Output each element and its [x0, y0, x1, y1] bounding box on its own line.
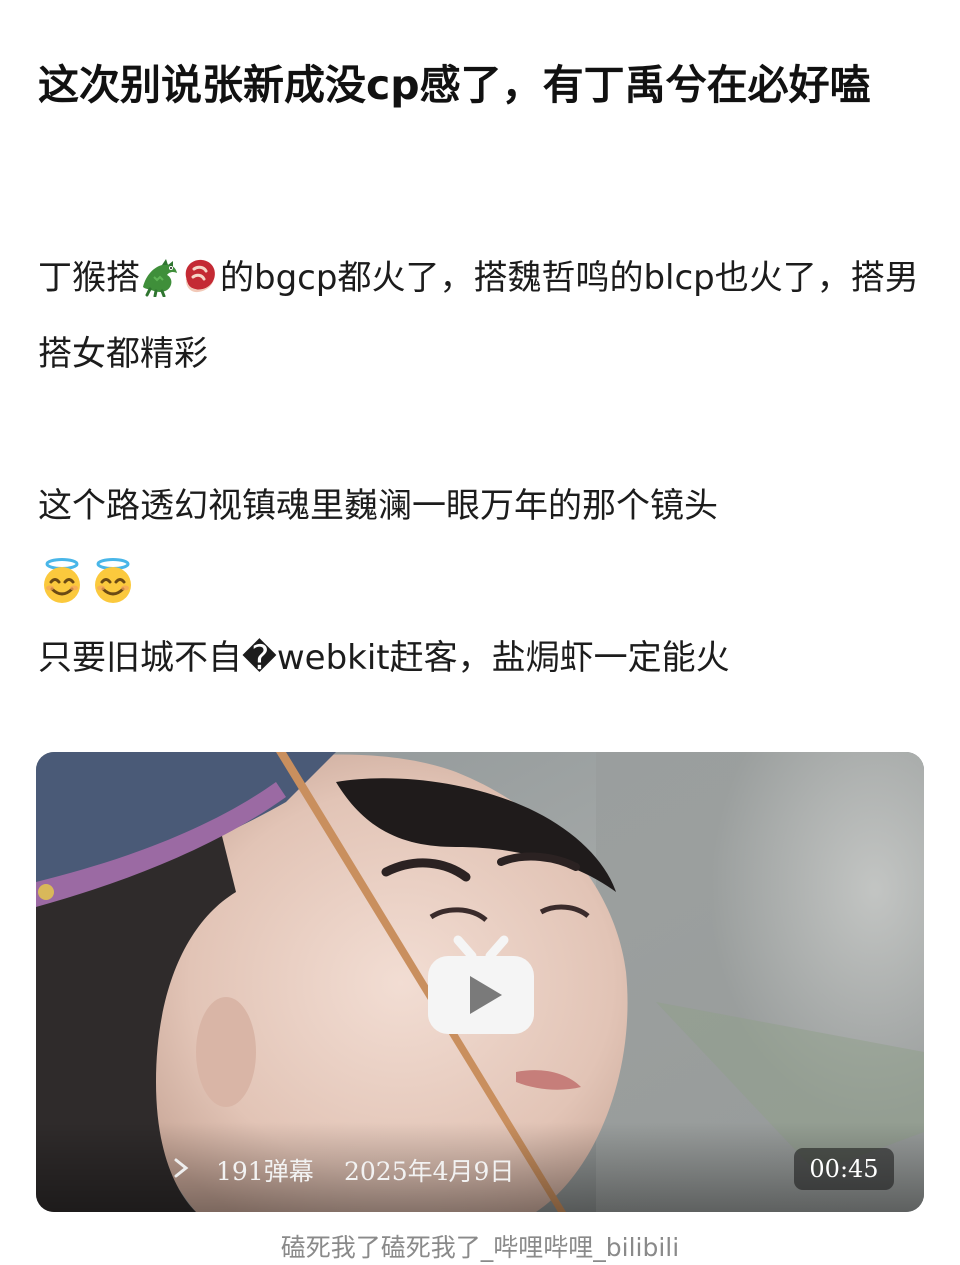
- body-paragraph-3: 只要旧城不自�webkit赶客，盐焗虾一定能火: [38, 620, 928, 696]
- video-caption[interactable]: 磕死我了磕死我了_哔哩哔哩_bilibili: [0, 1228, 960, 1264]
- body-text-2: 这个路透幻视镇魂里巍澜一眼万年的那个镜头: [38, 486, 718, 526]
- play-button[interactable]: [426, 932, 536, 1036]
- meat-icon: [180, 253, 220, 297]
- smiling-face-with-halo-icon: [89, 557, 131, 603]
- crocodile-icon: [140, 253, 180, 297]
- smiling-face-with-halo-icon: [38, 557, 80, 603]
- danmaku-icon: [174, 1158, 189, 1178]
- post-title: 这次别说张新成没cp感了，有丁禹兮在必好嗑: [38, 61, 871, 109]
- bilibili-tv-play-icon: [428, 935, 534, 1034]
- body-text-1a: 丁猴搭: [38, 258, 140, 298]
- body-text-3: 只要旧城不自�webkit赶客，盐焗虾一定能火: [38, 638, 730, 678]
- video-card[interactable]: 191弹幕 2025年4月9日 00:45: [36, 752, 924, 1212]
- body-paragraph-2: 这个路透幻视镇魂里巍澜一眼万年的那个镜头: [38, 468, 928, 620]
- body-paragraph-1: 丁猴搭 的bgcp都火了，搭魏哲鸣的blcp也火了，搭男搭女都精彩: [38, 240, 928, 392]
- duration-badge: 00:45: [794, 1148, 894, 1190]
- post-body: 丁猴搭 的bgcp都火了，搭魏哲鸣的blcp也火了，搭男搭女都精彩 这个路透幻视…: [38, 240, 928, 696]
- publish-date: 2025年4月9日: [344, 1157, 515, 1186]
- danmaku-count: 191弹幕: [216, 1157, 314, 1186]
